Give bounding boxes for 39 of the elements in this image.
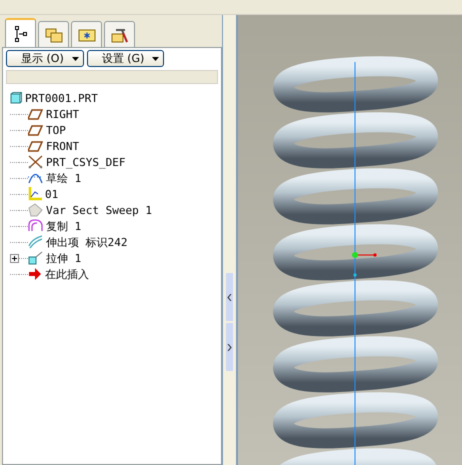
tree-item[interactable]: RIGHT — [46, 108, 80, 120]
tree-item[interactable]: Var Sect Sweep 1 — [46, 204, 152, 216]
collapse-button[interactable] — [226, 273, 233, 321]
graph-icon — [28, 187, 42, 201]
expand-toggle[interactable] — [10, 254, 19, 262]
tree-item[interactable]: 01 — [45, 188, 58, 200]
chevron-left-icon — [227, 294, 232, 300]
folders-icon — [44, 26, 62, 42]
datum-plane-icon — [28, 140, 43, 152]
swept-protrusion-icon — [28, 235, 43, 249]
star-folder-icon — [78, 27, 96, 42]
tree-item[interactable]: FRONT — [46, 140, 80, 152]
caret-icon — [152, 56, 160, 60]
sketch-arc-icon — [28, 172, 43, 184]
tree-item[interactable]: 草绘 1 — [46, 170, 82, 186]
dropdown-button[interactable]: 设置 (G) — [86, 50, 164, 67]
caret-icon — [72, 56, 79, 60]
tree-icon — [14, 26, 28, 42]
tree-item[interactable]: PRT0001.PRT — [10, 90, 221, 106]
panel-tab[interactable] — [104, 21, 135, 47]
tree-item[interactable]: 在此插入 — [45, 266, 89, 282]
hammer-folder-icon — [110, 26, 128, 42]
tree-item[interactable]: 伸出项 标识242 — [46, 234, 128, 250]
cube-icon — [10, 92, 22, 104]
extrude-icon — [28, 251, 43, 265]
copy-surface-icon — [28, 219, 43, 233]
panel-tab[interactable] — [5, 18, 36, 47]
chevron-right-icon — [227, 344, 232, 350]
arrow-icon — [28, 268, 42, 280]
tree-item[interactable]: PRT_CSYS_DEF — [46, 156, 126, 168]
tree-item[interactable]: 拉伸 1 — [46, 250, 82, 266]
tree-item[interactable]: TOP — [46, 124, 66, 136]
datum-plane-icon — [28, 108, 43, 120]
dropdown-button[interactable]: 显示 (O) — [6, 50, 84, 67]
coordinate-system-icon — [28, 155, 43, 169]
expand-button[interactable] — [226, 323, 233, 371]
tree-item[interactable]: 复制 1 — [46, 218, 82, 234]
datum-plane-icon — [28, 124, 43, 136]
sweep-icon — [28, 203, 43, 217]
